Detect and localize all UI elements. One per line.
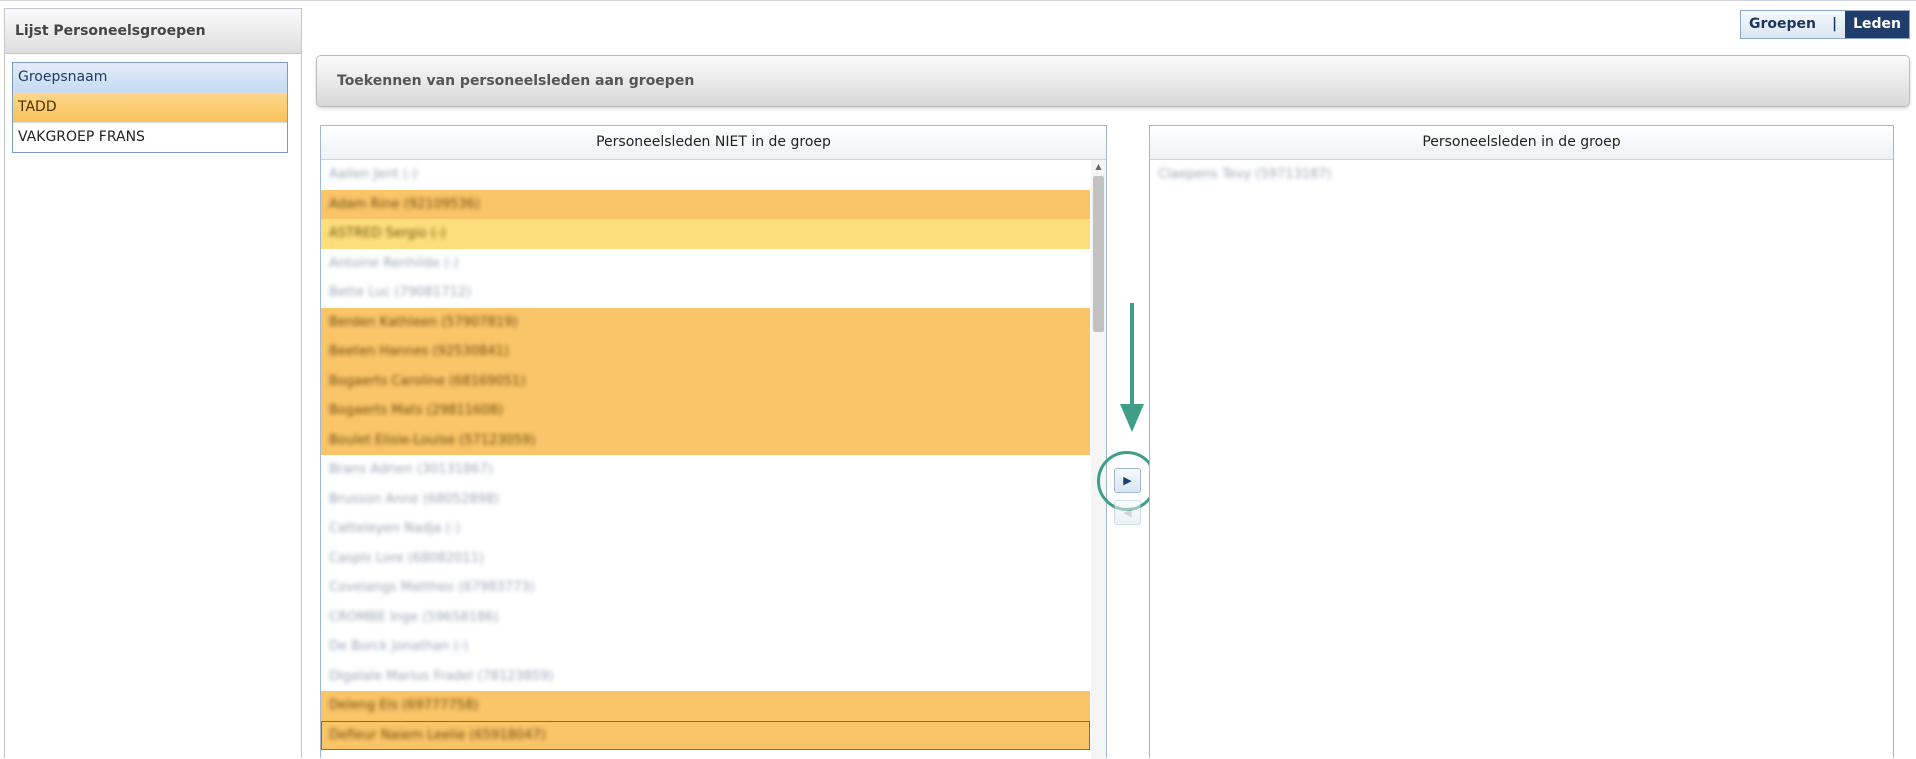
group-list-header[interactable]: Groepsnaam [13, 63, 287, 93]
list-item[interactable]: Boulet Elisie-Louise (57123059) [321, 425, 1090, 455]
list-scrollbar[interactable]: ▲ [1091, 160, 1106, 759]
sidebar-title: Lijst Personeelsgroepen [5, 9, 301, 54]
panel-in-group-title: Personeelsleden in de groep [1150, 126, 1893, 160]
toggle-leden[interactable]: Leden [1845, 11, 1909, 38]
list-item[interactable]: Adam Rine (92109536) [321, 189, 1090, 219]
list-item[interactable]: Bette Luc (79081712) [321, 278, 1090, 308]
list-item[interactable]: Claepens Tevy (59713187) [1150, 160, 1916, 190]
list-item[interactable]: Deleng Els (69777758) [321, 691, 1090, 721]
list-item[interactable]: Antoine Renhilde (-) [321, 249, 1090, 279]
list-item-selected[interactable]: Defleur Naiem Leelie (65918047) [321, 720, 1090, 750]
panel-not-in-group-title: Personeelsleden NIET in de groep [321, 126, 1106, 160]
view-toggle: Groepen | Leden [1739, 10, 1910, 39]
scroll-up-icon[interactable]: ▲ [1091, 160, 1106, 174]
group-item-vakgroep-frans[interactable]: VAKGROEP FRANS [13, 123, 287, 152]
list-item[interactable]: Bogaerts Caroline (68169051) [321, 366, 1090, 396]
section-title: Toekennen van personeelsleden aan groepe… [337, 73, 695, 89]
group-list: Groepsnaam TADD VAKGROEP FRANS [12, 62, 288, 153]
list-item[interactable]: Berden Kathleen (57907819) [321, 307, 1090, 337]
toggle-groepen[interactable]: Groepen [1740, 11, 1824, 38]
list-item[interactable]: Aallen Jent (-) [321, 160, 1090, 190]
panel-in-group: Personeelsleden in de groep Claepens Tev… [1149, 125, 1894, 758]
list-item[interactable]: CROMBE Inge (59658186) [321, 603, 1090, 633]
group-item-tadd[interactable]: TADD [13, 93, 287, 123]
list-item[interactable]: Caspls Lore (68082011) [321, 544, 1090, 574]
top-border [0, 0, 1916, 1]
list-item[interactable]: Brans Adrien (30131867) [321, 455, 1090, 485]
list-item[interactable]: Catteleyen Nadja (-) [321, 514, 1090, 544]
list-item[interactable]: Digalale Marius Fradel (78123859) [321, 662, 1090, 692]
move-left-button[interactable]: ◀ [1114, 500, 1141, 525]
list-item[interactable]: Brusson Anne (68052898) [321, 485, 1090, 515]
annotation-arrow-head [1120, 404, 1144, 432]
list-item[interactable]: Covelangs Mattheo (67983773) [321, 573, 1090, 603]
sidebar: Lijst Personeelsgroepen Groepsnaam TADD … [4, 8, 302, 758]
list-item[interactable]: Beeten Hannes (92530841) [321, 337, 1090, 367]
list-item[interactable]: ASTRED Sergio (-) [321, 219, 1090, 249]
list-item[interactable]: Bogaerts Mats (29811608) [321, 396, 1090, 426]
annotation-arrow-shaft [1130, 303, 1134, 408]
section-titlebar: Toekennen van personeelsleden aan groepe… [316, 55, 1910, 107]
panel-not-in-group: Personeelsleden NIET in de groep Aallen … [320, 125, 1107, 759]
toggle-separator: | [1823, 11, 1846, 38]
list-item[interactable]: De Borck Jonathan (-) [321, 632, 1090, 662]
scroll-thumb[interactable] [1093, 176, 1104, 332]
not-in-group-list: Aallen Jent (-) Adam Rine (92109536) AST… [321, 160, 1090, 750]
in-group-list: Claepens Tevy (59713187) [1150, 160, 1916, 190]
move-right-button[interactable]: ▶ [1114, 468, 1141, 493]
